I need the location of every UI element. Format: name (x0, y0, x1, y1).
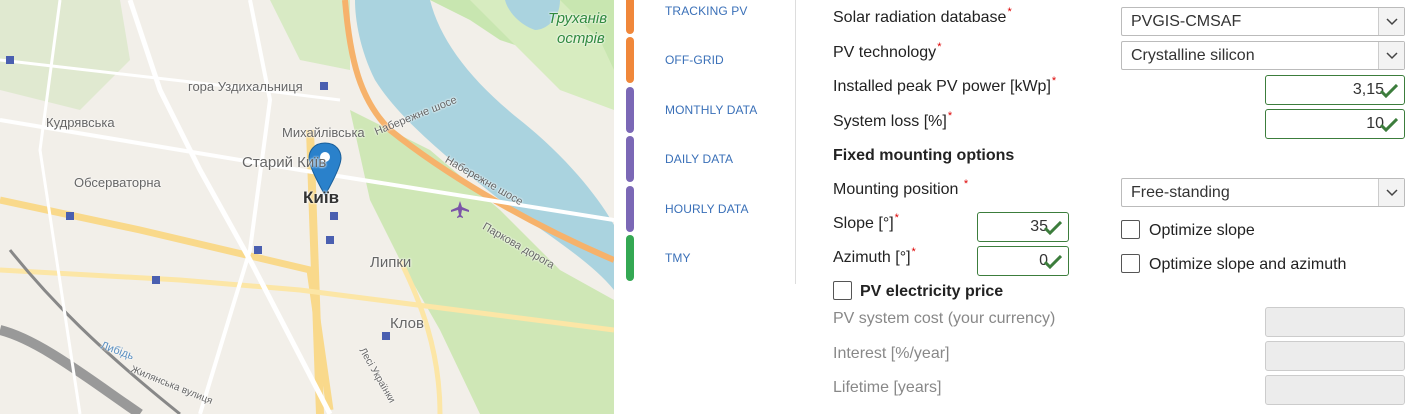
map-label: Михайлівська (282, 125, 365, 140)
tab-nav: TRACKING PV OFF-GRID MONTHLY DATA DAILY … (626, 0, 796, 284)
slope-label: Slope [°]* (833, 212, 899, 232)
check-icon (1380, 118, 1398, 132)
optimize-both-checkbox[interactable] (1121, 254, 1140, 273)
tab-color-bar (626, 37, 634, 83)
tab-daily-data[interactable]: DAILY DATA (626, 136, 796, 182)
optimize-slope-label: Optimize slope (1149, 222, 1255, 239)
tab-label: DAILY DATA (665, 152, 734, 166)
tab-label: MONTHLY DATA (665, 103, 758, 117)
fixed-mounting-heading: Fixed mounting options (833, 147, 1015, 164)
pv-price-heading: PV electricity price (860, 283, 1004, 300)
pv-tech-label: PV technology* (833, 41, 942, 61)
system-loss-label: System loss [%]* (833, 110, 953, 130)
system-loss-input[interactable]: 10 (1265, 109, 1405, 139)
optimize-both-label: Optimize slope and azimuth (1149, 256, 1347, 273)
chevron-down-icon[interactable] (1378, 8, 1404, 35)
azimuth-input[interactable]: 0 (977, 246, 1069, 276)
tab-off-grid[interactable]: OFF-GRID (626, 37, 796, 83)
map-label: Кудрявська (46, 115, 115, 130)
check-icon (1044, 221, 1062, 235)
chevron-down-icon[interactable] (1378, 179, 1404, 206)
azimuth-label: Azimuth [°]* (833, 246, 916, 266)
peak-power-label: Installed peak PV power [kWp]* (833, 75, 1057, 95)
lifetime-label: Lifetime [years] (833, 379, 942, 396)
cost-label: PV system cost (your currency) (833, 310, 1056, 327)
interest-input[interactable] (1265, 341, 1405, 371)
mounting-label: Mounting position * (833, 178, 969, 198)
tab-color-bar (626, 87, 634, 133)
pv-form: Solar radiation database* PVGIS-CMSAF PV… (833, 0, 1409, 414)
map-label: острів (557, 30, 605, 47)
tab-label: HOURLY DATA (665, 202, 749, 216)
map-label: гора Уздихальниця (188, 79, 303, 94)
radiation-db-label: Solar radiation database* (833, 6, 1012, 26)
tab-label: OFF-GRID (665, 53, 724, 67)
tab-label: TRACKING PV (665, 4, 748, 18)
tab-tmy[interactable]: TMY (626, 235, 796, 281)
peak-power-input[interactable]: 3,15 (1265, 75, 1405, 105)
check-icon (1044, 255, 1062, 269)
cost-input[interactable] (1265, 307, 1405, 337)
radiation-db-select[interactable]: PVGIS-CMSAF (1121, 7, 1405, 36)
map-view[interactable]: Труханів острів гора Уздихальниця Кудряв… (0, 0, 614, 414)
map-label: Труханів (548, 10, 608, 27)
map-label: Липки (370, 254, 412, 271)
map-label: Старий Київ (242, 154, 327, 171)
slope-input[interactable]: 35 (977, 212, 1069, 242)
tab-label: TMY (665, 251, 691, 265)
tab-hourly-data[interactable]: HOURLY DATA (626, 186, 796, 232)
check-icon (1380, 84, 1398, 98)
lifetime-input[interactable] (1265, 375, 1405, 405)
map-label: Клов (390, 315, 424, 332)
pv-tech-select[interactable]: Crystalline silicon (1121, 41, 1405, 70)
optimize-slope-checkbox[interactable] (1121, 220, 1140, 239)
chevron-down-icon[interactable] (1378, 42, 1404, 69)
pv-price-checkbox[interactable] (833, 281, 852, 300)
map-label: Обсерваторна (74, 175, 161, 190)
tab-color-bar (626, 136, 634, 182)
interest-label: Interest [%/year] (833, 345, 950, 362)
tab-tracking-pv[interactable]: TRACKING PV (626, 0, 796, 34)
map-label: Київ (303, 188, 340, 207)
mounting-select[interactable]: Free-standing (1121, 178, 1405, 207)
tab-monthly-data[interactable]: MONTHLY DATA (626, 87, 796, 133)
tab-color-bar (626, 235, 634, 281)
tab-color-bar (626, 186, 634, 232)
tab-color-bar (626, 0, 634, 34)
